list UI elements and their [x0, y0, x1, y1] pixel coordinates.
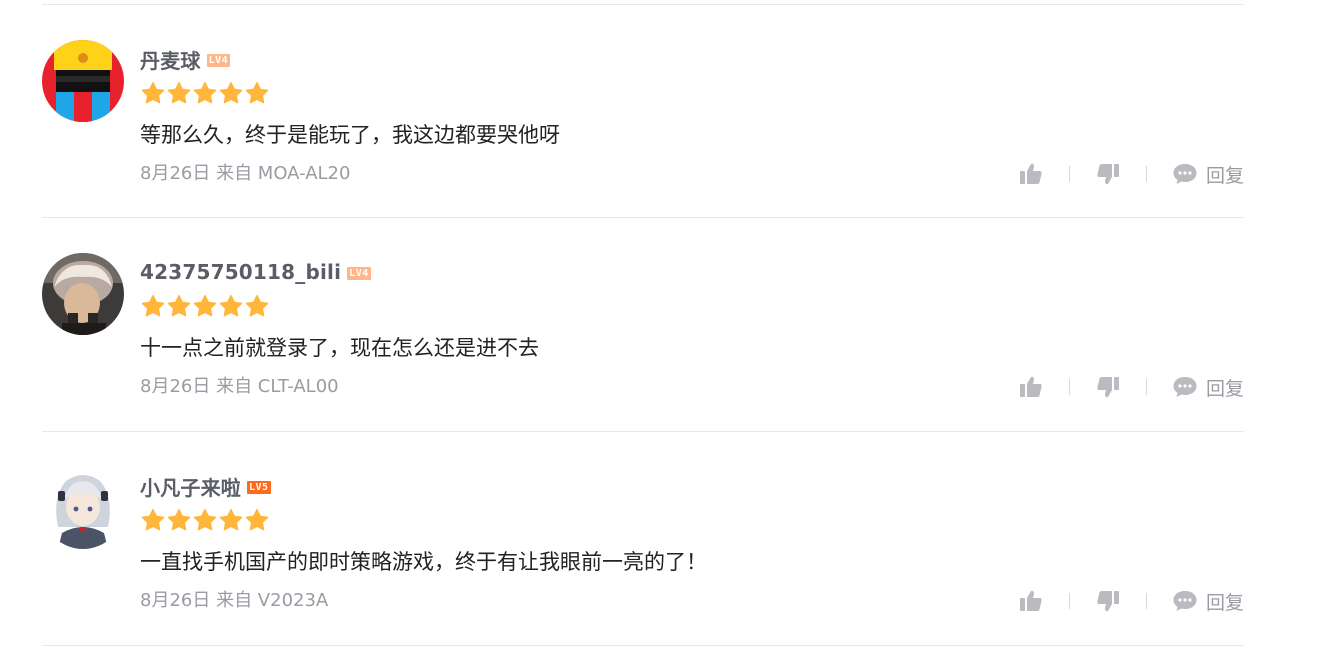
comment-actions: 回复 [1018, 586, 1244, 616]
star-icon [193, 82, 217, 104]
comment-meta: 8月26日 来自 V2023A [140, 590, 329, 611]
name-row: 丹麦球 LV4 [140, 44, 231, 74]
star-icon [219, 82, 243, 104]
comment-text: 十一点之前就登录了，现在怎么还是进不去 [140, 336, 539, 360]
comment-list: 丹麦球 LV4 等那么久，终于是能玩了，我这边都要哭他呀 8月26日 来自 MO… [0, 0, 1320, 650]
reply-label: 回复 [1205, 164, 1244, 187]
comment-bubble-icon [1173, 164, 1197, 184]
reply-button[interactable]: 回复 [1172, 588, 1244, 615]
thumbs-down-icon[interactable] [1095, 161, 1121, 187]
divider [1068, 593, 1070, 609]
level-badge: LV5 [247, 481, 271, 494]
comment-bubble-icon [1173, 591, 1197, 611]
comment-item: 丹麦球 LV4 等那么久，终于是能玩了，我这边都要哭他呀 8月26日 来自 MO… [0, 4, 1320, 218]
star-icon [219, 509, 243, 531]
username[interactable]: 小凡子来啦 [140, 472, 241, 501]
thumbs-down-icon[interactable] [1095, 374, 1121, 400]
reply-button[interactable]: 回复 [1172, 161, 1244, 188]
username[interactable]: 丹麦球 [140, 45, 201, 74]
avatar[interactable] [42, 40, 124, 122]
thumbs-up-icon[interactable] [1018, 588, 1044, 614]
star-icon [167, 295, 191, 317]
star-rating [141, 81, 269, 105]
star-rating [141, 508, 269, 532]
level-badge: LV4 [347, 267, 371, 280]
star-icon [245, 82, 269, 104]
comment-item: 42375750118_bili LV4 十一点之前就登录了，现在怎么还是进不去… [0, 217, 1320, 431]
reply-label: 回复 [1205, 377, 1244, 400]
divider [1145, 593, 1147, 609]
comment-item: 小凡子来啦 LV5 一直找手机国产的即时策略游戏，终于有让我眼前一亮的了！ 8月… [0, 431, 1320, 645]
username[interactable]: 42375750118_bili [140, 260, 341, 284]
star-icon [219, 295, 243, 317]
comment-meta: 8月26日 来自 MOA-AL20 [140, 163, 351, 184]
thumbs-up-icon[interactable] [1018, 374, 1044, 400]
avatar[interactable] [42, 467, 124, 549]
comment-actions: 回复 [1018, 372, 1244, 402]
star-icon [193, 509, 217, 531]
divider [1068, 166, 1070, 182]
thumbs-down-icon[interactable] [1095, 588, 1121, 614]
divider [1145, 166, 1147, 182]
star-icon [245, 295, 269, 317]
comment-text: 一直找手机国产的即时策略游戏，终于有让我眼前一亮的了！ [140, 550, 707, 574]
star-icon [141, 295, 165, 317]
star-icon [245, 509, 269, 531]
star-icon [167, 82, 191, 104]
star-icon [167, 509, 191, 531]
comment-actions: 回复 [1018, 159, 1244, 189]
divider [1145, 379, 1147, 395]
divider [1068, 379, 1070, 395]
name-row: 42375750118_bili LV4 [140, 257, 371, 287]
avatar[interactable] [42, 253, 124, 335]
reply-button[interactable]: 回复 [1172, 374, 1244, 401]
thumbs-up-icon[interactable] [1018, 161, 1044, 187]
star-icon [141, 82, 165, 104]
comment-text: 等那么久，终于是能玩了，我这边都要哭他呀 [140, 123, 560, 147]
divider [42, 645, 1244, 646]
name-row: 小凡子来啦 LV5 [140, 471, 271, 501]
level-badge: LV4 [206, 54, 231, 67]
star-rating [141, 294, 269, 318]
star-icon [141, 509, 165, 531]
star-icon [193, 295, 217, 317]
comment-bubble-icon [1173, 377, 1197, 397]
comment-meta: 8月26日 来自 CLT-AL00 [140, 376, 339, 397]
reply-label: 回复 [1205, 591, 1244, 614]
